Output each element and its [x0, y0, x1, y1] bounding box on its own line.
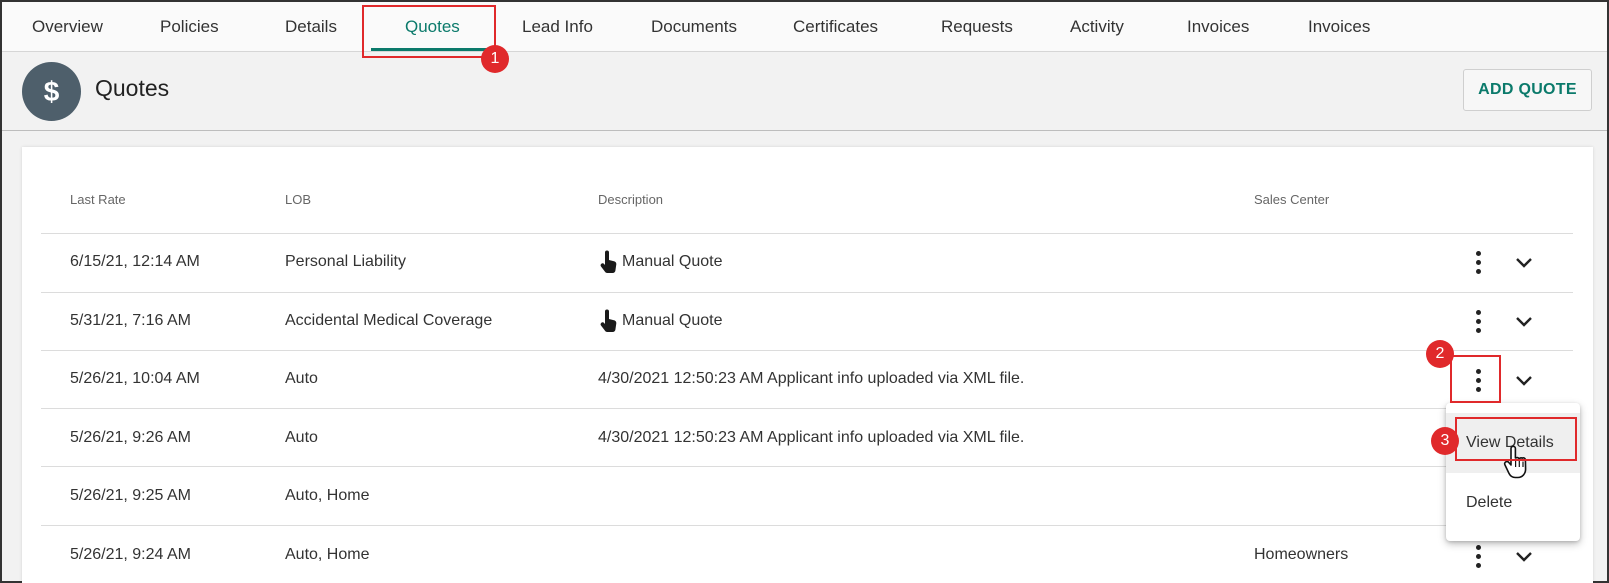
last-rate-cell: 5/26/21, 10:04 AM	[70, 370, 200, 387]
quotes-table-card	[22, 147, 1593, 583]
more-options-icon[interactable]	[1468, 310, 1488, 334]
tab-overview[interactable]: Overview	[32, 2, 103, 52]
description-text: Manual Quote	[622, 253, 723, 271]
last-rate-cell: 5/26/21, 9:26 AM	[70, 429, 191, 446]
page-header: $ Quotes ADD QUOTE	[2, 53, 1607, 131]
annotation-badge-2: 2	[1426, 340, 1454, 368]
tab-activity[interactable]: Activity	[1070, 2, 1124, 52]
description-cell: Manual Quote	[598, 250, 723, 274]
tab-requests[interactable]: Requests	[941, 2, 1013, 52]
hand-pointer-icon	[600, 250, 617, 273]
tab-lead-info[interactable]: Lead Info	[522, 2, 593, 52]
tab-invoices-2[interactable]: Invoices	[1308, 2, 1370, 52]
page-title: Quotes	[95, 75, 170, 101]
lob-cell: Auto, Home	[285, 487, 370, 504]
add-quote-button[interactable]: ADD QUOTE	[1463, 69, 1592, 111]
more-options-icon[interactable]	[1468, 545, 1488, 569]
row-divider	[41, 233, 1573, 234]
tab-details[interactable]: Details	[285, 2, 337, 52]
chevron-down-icon[interactable]	[1515, 257, 1533, 269]
chevron-down-icon[interactable]	[1515, 375, 1533, 387]
row-divider	[41, 350, 1573, 351]
last-rate-cell: 6/15/21, 12:14 AM	[70, 253, 200, 270]
lob-cell: Personal Liability	[285, 253, 406, 270]
lob-cell: Auto	[285, 370, 318, 387]
chevron-down-icon[interactable]	[1515, 316, 1533, 328]
tab-invoices[interactable]: Invoices	[1187, 2, 1249, 52]
description-cell: 4/30/2021 12:50:23 AM Applicant info upl…	[598, 429, 1025, 446]
row-divider	[41, 466, 1573, 467]
tab-policies[interactable]: Policies	[160, 2, 219, 52]
annotation-badge-3: 3	[1431, 427, 1459, 455]
last-rate-cell: 5/26/21, 9:24 AM	[70, 546, 191, 563]
more-options-icon[interactable]	[1468, 251, 1488, 275]
column-header-last-rate[interactable]: Last Rate	[70, 192, 126, 207]
description-text: Manual Quote	[622, 312, 723, 330]
column-header-sales-center[interactable]: Sales Center	[1254, 192, 1329, 207]
lob-cell: Accidental Medical Coverage	[285, 312, 493, 329]
sales-center-cell: Homeowners	[1254, 546, 1349, 563]
description-cell: 4/30/2021 12:50:23 AM Applicant info upl…	[598, 370, 1025, 387]
column-header-lob[interactable]: LOB	[285, 192, 311, 207]
column-header-description[interactable]: Description	[598, 192, 663, 207]
delete-menu-item[interactable]: Delete	[1446, 473, 1580, 533]
annotation-box-quotes-tab	[362, 5, 496, 58]
row-divider	[41, 408, 1573, 409]
tab-bar: Overview Policies Details Quotes Lead In…	[2, 2, 1607, 52]
last-rate-cell: 5/31/21, 7:16 AM	[70, 312, 191, 329]
description-cell: Manual Quote	[598, 309, 723, 333]
annotation-box-more-options	[1450, 355, 1501, 403]
tab-certificates[interactable]: Certificates	[793, 2, 878, 52]
chevron-down-icon[interactable]	[1515, 551, 1533, 563]
annotation-badge-1: 1	[481, 45, 509, 73]
row-divider	[41, 292, 1573, 293]
tab-documents[interactable]: Documents	[651, 2, 737, 52]
dollar-icon: $	[22, 62, 81, 121]
lob-cell: Auto	[285, 429, 318, 446]
annotation-box-view-details	[1455, 417, 1577, 461]
row-divider	[41, 525, 1573, 526]
hand-pointer-icon	[600, 309, 617, 332]
last-rate-cell: 5/26/21, 9:25 AM	[70, 487, 191, 504]
lob-cell: Auto, Home	[285, 546, 370, 563]
